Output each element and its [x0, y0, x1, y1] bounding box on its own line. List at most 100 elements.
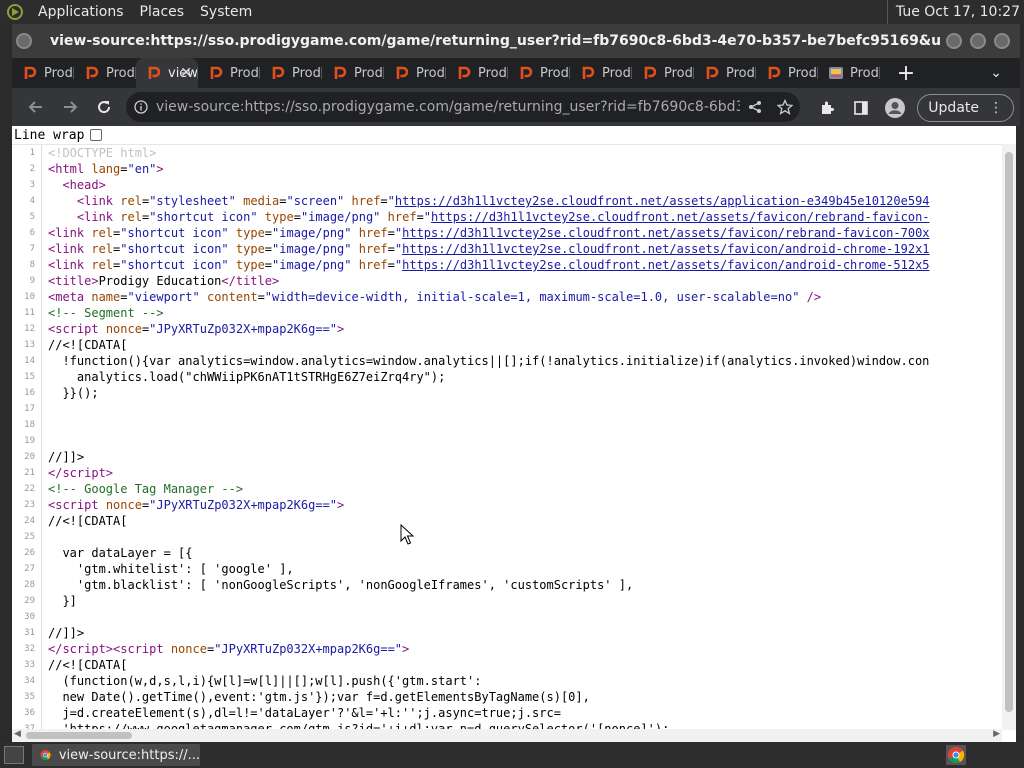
browser-tab[interactable]: Prodigy [74, 58, 136, 88]
browser-tab[interactable]: Prodigy [818, 58, 880, 88]
browser-tab[interactable]: Prodigy [570, 58, 632, 88]
source-line: 4 <link rel="stylesheet" media="screen" … [12, 193, 1002, 209]
line-number: 34 [12, 673, 42, 689]
browser-tab[interactable]: Prodigy [198, 58, 260, 88]
line-code: <meta name="viewport" content="width=dev… [48, 290, 822, 304]
line-code: }}(); [48, 386, 99, 400]
source-line: 23 <script nonce="JPyXRTuZp032X+mpap2K6g=… [12, 497, 1002, 513]
bookmark-star-icon[interactable] [770, 99, 800, 115]
source-line: 31 //]]> [12, 625, 1002, 641]
line-code: </script><script nonce="JPyXRTuZp032X+mp… [48, 642, 410, 656]
browser-tab[interactable]: Prodigy [694, 58, 756, 88]
line-code: //<![CDATA[ [48, 338, 128, 352]
line-code: <link rel="shortcut icon" type="image/pn… [76, 210, 930, 224]
scroll-right-arrow[interactable]: ▶ [993, 729, 1000, 739]
new-tab-button[interactable]: + [886, 61, 926, 86]
share-icon[interactable] [740, 100, 770, 114]
tab-label: Prodigy [230, 65, 260, 81]
source-line: 17 [12, 401, 1002, 417]
line-number: 28 [12, 577, 42, 593]
browser-toolbar: view-source:https://sso.prodigygame.com/… [12, 88, 1020, 126]
browser-tab[interactable]: Prodigy [260, 58, 322, 88]
profile-avatar-icon[interactable] [879, 92, 911, 124]
extensions-icon[interactable] [811, 92, 843, 124]
tab-label: Prodigy [540, 65, 570, 81]
arrow-left-icon [28, 101, 42, 113]
horizontal-scroll-thumb[interactable] [26, 732, 132, 739]
browser-tab[interactable]: Prodigy [446, 58, 508, 88]
game-icon [828, 65, 844, 81]
reload-button[interactable] [88, 91, 120, 123]
window-title: view-source:https://sso.prodigygame.com/… [50, 33, 942, 49]
scroll-left-arrow[interactable]: ◀ [14, 729, 21, 739]
line-code: <title>Prodigy Education</title> [48, 274, 280, 288]
browser-tab[interactable]: Prodigy [632, 58, 694, 88]
source-line: 19 [12, 433, 1002, 449]
prodigy-icon [704, 65, 720, 81]
tray-chrome-icon[interactable] [946, 745, 966, 765]
source-line: 18 [12, 417, 1002, 433]
site-info-icon[interactable] [126, 100, 156, 114]
line-number: 8 [12, 257, 42, 273]
places-menu[interactable]: Places [134, 4, 195, 20]
line-number: 24 [12, 513, 42, 529]
browser-tab[interactable]: view-source✕ [136, 58, 198, 88]
tab-label: Prodigy [106, 65, 136, 81]
show-desktop-button[interactable] [4, 746, 24, 764]
tab-strip: ProdigyProdigyview-source✕ProdigyProdigy… [12, 58, 1020, 88]
browser-tab[interactable]: Prodigy [756, 58, 818, 88]
line-number: 6 [12, 225, 42, 241]
close-tab-icon[interactable]: ✕ [180, 65, 192, 81]
vertical-scrollbar[interactable] [1002, 144, 1016, 730]
line-number: 13 [12, 337, 42, 353]
system-menu[interactable]: System [194, 4, 262, 20]
prodigy-icon [270, 65, 286, 81]
maximize-button[interactable] [970, 33, 986, 49]
line-code: <head> [62, 178, 106, 192]
line-code: <!DOCTYPE html> [48, 146, 157, 160]
forward-button[interactable] [54, 91, 86, 123]
horizontal-scrollbar[interactable]: ◀ ▶ [12, 729, 1002, 742]
side-panel-icon[interactable] [845, 92, 877, 124]
line-code: 'https://www.googletagmanager.com/gtm.js… [48, 722, 670, 729]
update-button[interactable]: Update ⋮ [917, 94, 1014, 122]
source-line: 25 [12, 529, 1002, 545]
tab-label: Prodigy [416, 65, 446, 81]
applications-menu[interactable]: Applications [32, 4, 134, 20]
url-text[interactable]: view-source:https://sso.prodigygame.com/… [156, 99, 740, 115]
tab-search-icon[interactable]: ⌄ [990, 65, 1002, 81]
browser-tab[interactable]: Prodigy [384, 58, 446, 88]
system-logo-icon[interactable] [4, 1, 26, 23]
bottom-taskbar: view-source:https://... [0, 742, 1024, 768]
line-number: 12 [12, 321, 42, 337]
prodigy-icon [642, 65, 658, 81]
line-code: <link rel="stylesheet" media="screen" hr… [76, 194, 930, 208]
close-window-button[interactable] [994, 33, 1010, 49]
browser-tab[interactable]: Prodigy [322, 58, 384, 88]
address-bar[interactable]: view-source:https://sso.prodigygame.com/… [126, 92, 800, 122]
window-titlebar[interactable]: view-source:https://sso.prodigygame.com/… [12, 24, 1020, 58]
line-wrap-checkbox[interactable] [90, 129, 103, 141]
minimize-button[interactable] [946, 33, 962, 49]
line-code: </script> [48, 466, 114, 480]
tab-label: Prodigy [788, 65, 818, 81]
back-button[interactable] [20, 91, 52, 123]
source-line: 24 //<![CDATA[ [12, 513, 1002, 529]
tab-label: Prodigy [602, 65, 632, 81]
clock[interactable]: Tue Oct 17, 10:27 [886, 0, 1020, 24]
line-wrap-control: Line wrap [12, 126, 1016, 144]
tab-label: Prodigy [478, 65, 508, 81]
browser-tab[interactable]: Prodigy [12, 58, 74, 88]
taskbar-chrome-window[interactable]: view-source:https://... [32, 744, 200, 766]
browser-tab[interactable]: Prodigy [508, 58, 570, 88]
window-menu-icon[interactable] [16, 33, 32, 49]
update-label: Update [928, 100, 979, 116]
line-number: 27 [12, 561, 42, 577]
vertical-scroll-thumb[interactable] [1005, 152, 1013, 712]
more-menu-icon[interactable]: ⋮ [989, 100, 1003, 116]
source-line: 2 <html lang="en"> [12, 161, 1002, 177]
line-number: 15 [12, 369, 42, 385]
source-line: 36 j=d.createElement(s),dl=l!='dataLayer… [12, 705, 1002, 721]
tab-label: Prodigy [726, 65, 756, 81]
